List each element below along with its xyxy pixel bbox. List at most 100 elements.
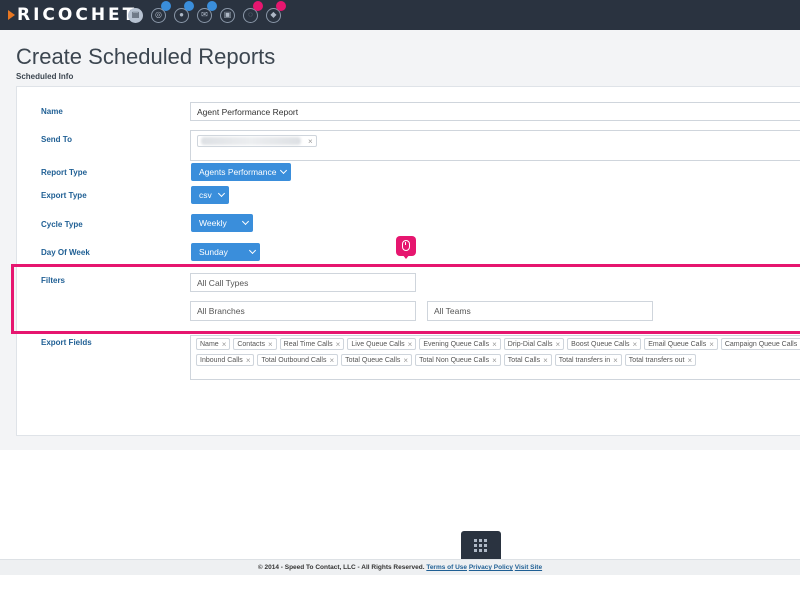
footer-area <box>0 450 800 600</box>
remove-tag-icon[interactable]: × <box>492 356 497 365</box>
remove-tag-icon[interactable]: × <box>687 356 692 365</box>
report-type-label: Report Type <box>41 168 88 177</box>
click-marker <box>396 236 416 259</box>
export-field-tag: Name × <box>196 338 231 350</box>
remove-tag-icon[interactable]: × <box>543 356 548 365</box>
copyright-text: © 2014 - Speed To Contact, LLC - All Rig… <box>257 564 425 571</box>
remove-tag-icon[interactable]: × <box>246 356 251 365</box>
remove-tag-icon[interactable]: × <box>268 340 273 349</box>
section-label: Scheduled Info <box>16 72 74 81</box>
filters-highlight-box <box>11 264 800 334</box>
notification-badge <box>253 1 263 11</box>
apps-menu-button[interactable] <box>461 531 501 559</box>
inbox-icon[interactable]: ▣ <box>220 8 235 23</box>
privacy-link[interactable]: Privacy Policy <box>469 564 513 571</box>
terms-link[interactable]: Terms of Use <box>426 564 467 571</box>
remove-tag-icon[interactable]: × <box>633 340 638 349</box>
tag-icon[interactable]: ◆ <box>266 1 286 23</box>
notification-badge <box>276 1 286 11</box>
visit-site-link[interactable]: Visit Site <box>515 564 542 571</box>
remove-tag-icon[interactable]: × <box>556 340 561 349</box>
recipient-tag: × <box>197 135 317 147</box>
export-field-tag: Live Queue Calls × <box>347 338 417 350</box>
export-field-tag: Total Non Queue Calls × <box>415 354 501 366</box>
export-field-tag: Boost Queue Calls × <box>567 338 642 350</box>
export-field-tag: Total Calls × <box>503 354 552 366</box>
chevron-down-icon <box>241 217 250 226</box>
day-of-week-value: Sunday <box>199 247 228 257</box>
top-nav-bar: RICOCHET ▤ ◎ ● ✉ ▣ ◌ ◆ <box>0 0 800 30</box>
export-field-tag-label: Total transfers in <box>558 356 611 364</box>
export-field-tag-label: Total Non Queue Calls <box>419 356 490 364</box>
name-label: Name <box>41 107 63 116</box>
messages-icon[interactable]: ◌ <box>243 1 263 23</box>
dashboard-icon[interactable]: ▤ <box>128 8 143 23</box>
mouse-icon <box>402 240 410 251</box>
remove-tag-icon[interactable]: × <box>492 340 497 349</box>
export-field-tag: Total transfers out × <box>624 354 697 366</box>
ricochet-logo[interactable]: RICOCHET <box>8 5 137 25</box>
export-field-tag-label: Real Time Calls <box>283 340 333 348</box>
export-field-tag: Inbound Calls × <box>196 354 255 366</box>
day-of-week-dropdown[interactable]: Sunday <box>191 243 260 261</box>
export-field-tag: Total Queue Calls × <box>341 354 413 366</box>
name-value: Agent Performance Report <box>197 106 299 117</box>
page-title: Create Scheduled Reports <box>16 44 276 69</box>
remove-tag-icon[interactable]: × <box>222 340 227 349</box>
export-field-tag: Total transfers in × <box>554 354 622 366</box>
day-of-week-label: Day Of Week <box>41 248 90 257</box>
export-field-tag: Total Outbound Calls × <box>257 354 339 366</box>
export-field-tag-label: Live Queue Calls <box>351 340 405 348</box>
remove-recipient-icon[interactable]: × <box>308 137 313 146</box>
export-field-tag: Contacts × <box>233 338 277 350</box>
chevron-down-icon <box>217 189 226 198</box>
chevron-down-icon <box>279 166 288 175</box>
remove-tag-icon[interactable]: × <box>336 340 341 349</box>
grid-icon <box>474 539 488 552</box>
notification-badge <box>184 1 194 11</box>
remove-tag-icon[interactable]: × <box>403 356 408 365</box>
export-fields-label: Export Fields <box>41 338 92 347</box>
redacted-email <box>201 137 301 145</box>
notification-badge <box>161 1 171 11</box>
export-field-tag-label: Total transfers out <box>628 356 685 364</box>
export-field-tag: Real Time Calls × <box>279 338 345 350</box>
export-field-tag-label: Campaign Queue Calls <box>724 340 798 348</box>
send-to-label: Send To <box>41 135 72 144</box>
export-field-tag-label: Total Outbound Calls <box>261 356 327 364</box>
report-type-value: Agents Performance <box>199 167 277 177</box>
export-fields-box[interactable]: Name × Contacts × Real Time Calls × Live Queue… <box>190 335 800 380</box>
export-field-tag-label: Email Queue Calls <box>648 340 707 348</box>
export-field-tag-label: Drip-Dial Calls <box>507 340 553 348</box>
cycle-type-dropdown[interactable]: Weekly <box>191 214 253 232</box>
notification-badge <box>207 1 217 11</box>
mail-icon[interactable]: ✉ <box>197 1 217 23</box>
export-field-tag: Campaign Queue Calls× <box>720 338 800 350</box>
remove-tag-icon[interactable]: × <box>329 356 334 365</box>
export-field-tag-label: Boost Queue Calls <box>571 340 630 348</box>
logo-mark-icon <box>8 10 15 20</box>
chat-icon[interactable]: ● <box>174 1 194 23</box>
export-field-tag-label: Inbound Calls <box>200 356 243 364</box>
export-field-tag-label: Evening Queue Calls <box>423 340 490 348</box>
export-type-value: csv <box>199 190 212 200</box>
export-field-tag-label: Total Calls <box>507 356 541 364</box>
logo-text: RICOCHET <box>17 5 138 25</box>
export-field-tag-label: Name <box>200 340 219 348</box>
export-type-dropdown[interactable]: csv <box>191 186 229 204</box>
nav-icon-group: ▤ ◎ ● ✉ ▣ ◌ ◆ <box>128 1 286 23</box>
remove-tag-icon[interactable]: × <box>408 340 413 349</box>
chevron-down-icon <box>248 246 257 255</box>
reports-icon[interactable]: ◎ <box>151 1 171 23</box>
cycle-type-value: Weekly <box>199 218 227 228</box>
name-field[interactable]: Agent Performance Report <box>190 102 800 121</box>
remove-tag-icon[interactable]: × <box>709 340 714 349</box>
export-field-tag-label: Contacts <box>237 340 265 348</box>
export-field-tag: Evening Queue Calls × <box>419 338 501 350</box>
send-to-field[interactable]: × <box>190 130 800 161</box>
export-fields-row: Name × Contacts × Real Time Calls × Live Queue… <box>196 338 800 352</box>
export-fields-row: Inbound Calls × Total Outbound Calls × Total… <box>196 354 800 368</box>
remove-tag-icon[interactable]: × <box>613 356 618 365</box>
footer-bar: © 2014 - Speed To Contact, LLC - All Rig… <box>0 559 800 575</box>
report-type-dropdown[interactable]: Agents Performance <box>191 163 291 181</box>
